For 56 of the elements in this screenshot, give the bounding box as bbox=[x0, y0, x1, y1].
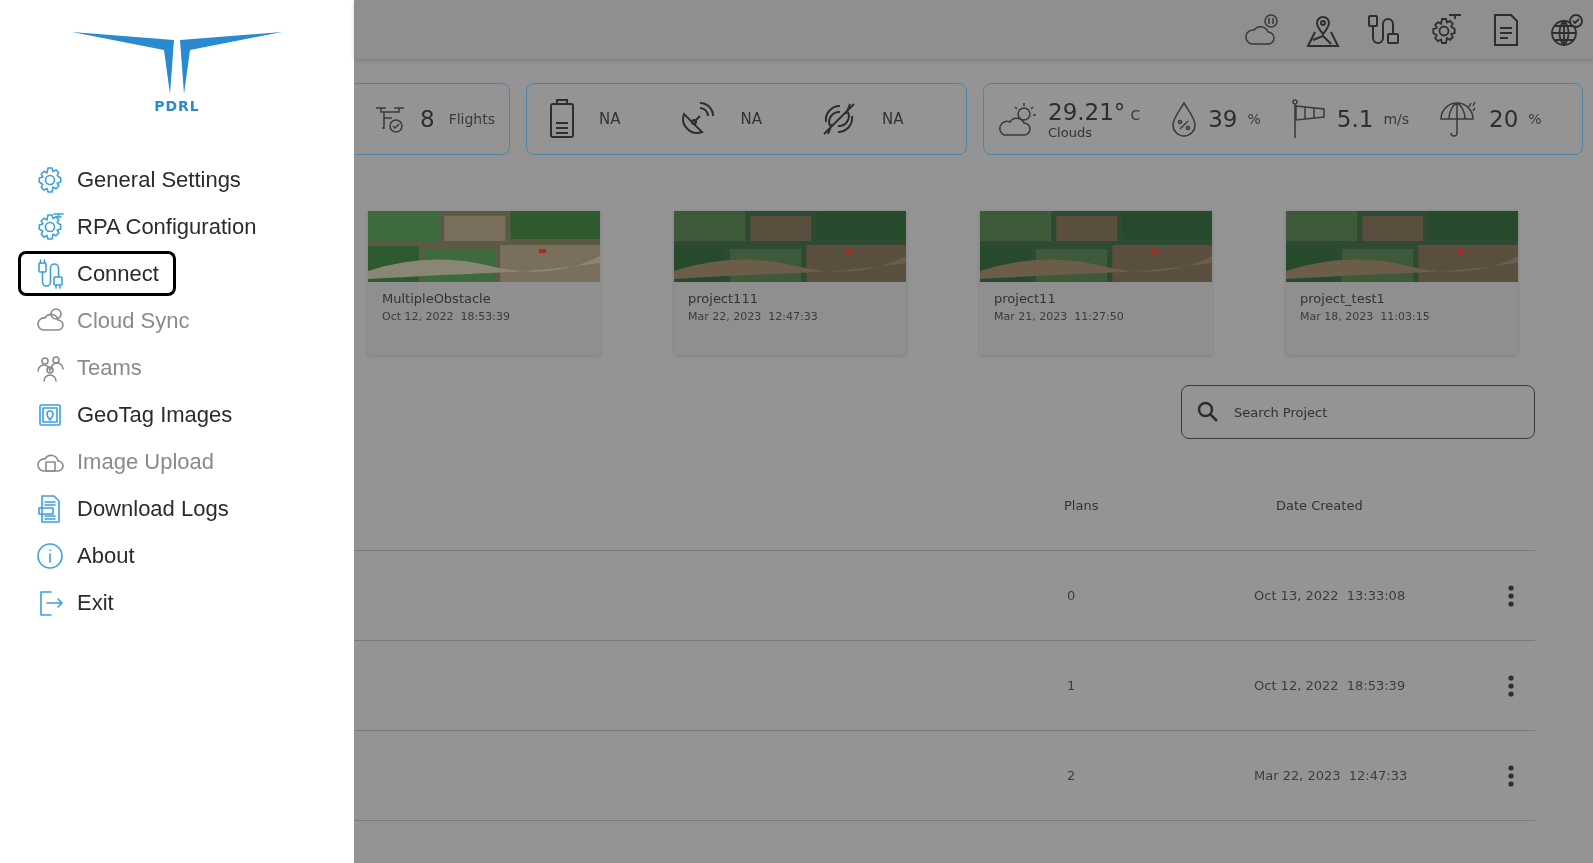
drone-check-icon bbox=[374, 104, 406, 134]
menu-item[interactable]: About bbox=[18, 535, 152, 576]
project-date: Mar 21, 2023 11:27:50 bbox=[994, 310, 1125, 323]
search-field[interactable]: Search Project bbox=[1181, 385, 1535, 439]
table-cell-text: 0 bbox=[1066, 588, 1077, 603]
project-name: project11 bbox=[994, 291, 1057, 306]
battery-icon bbox=[549, 99, 575, 139]
cloud-sync-icon[interactable] bbox=[1244, 11, 1280, 48]
column-header: Plans bbox=[1064, 498, 1100, 513]
cloud-sun-icon bbox=[998, 101, 1038, 137]
column-header: Date Created bbox=[1275, 498, 1364, 513]
project-date: Oct 12, 2022 18:53:39 bbox=[382, 310, 511, 323]
table-cell-text: 1 bbox=[1066, 678, 1077, 693]
menu-item[interactable]: RPA Configuration bbox=[18, 206, 274, 247]
project-card[interactable]: MultipleObstacle Oct 12, 2022 18:53:39 bbox=[368, 211, 600, 355]
signal-value: NA bbox=[740, 110, 762, 128]
flights-count: 8 bbox=[420, 106, 435, 132]
temperature-unit: C bbox=[1130, 106, 1141, 123]
table-cell-text: Mar 22, 2023 12:47:33 bbox=[1254, 768, 1409, 783]
more-icon[interactable] bbox=[1507, 584, 1515, 607]
menu-item[interactable]: GeoTag Images bbox=[18, 394, 250, 435]
project-date: Mar 18, 2023 11:03:15 bbox=[1300, 310, 1431, 323]
project-card[interactable]: project_test1 Mar 18, 2023 11:03:15 bbox=[1286, 211, 1518, 355]
humidity-unit: % bbox=[1247, 111, 1261, 127]
project-name: project_test1 bbox=[1300, 291, 1386, 306]
logo-text: PDRL bbox=[154, 98, 200, 114]
weather-condition: Clouds bbox=[1048, 124, 1093, 140]
project-name: project111 bbox=[688, 291, 759, 306]
plug-cable-icon bbox=[35, 258, 65, 289]
table-cell-text: Oct 13, 2022 13:33:08 bbox=[1254, 588, 1407, 603]
project-date: Mar 22, 2023 12:47:33 bbox=[688, 310, 819, 323]
info-icon bbox=[35, 540, 65, 571]
battery-value: NA bbox=[599, 110, 621, 128]
temperature-value: 29.21° bbox=[1048, 98, 1126, 125]
propeller-value: NA bbox=[881, 110, 904, 128]
rain-unit: % bbox=[1528, 111, 1542, 127]
more-icon[interactable] bbox=[1507, 674, 1515, 697]
project-card[interactable]: project11 Mar 21, 2023 11:27:50 bbox=[980, 211, 1212, 355]
windsock-icon bbox=[1290, 99, 1327, 139]
table-cell-text: Oct 12, 2022 18:53:39 bbox=[1254, 678, 1407, 693]
menu-item[interactable]: Connect bbox=[18, 251, 176, 296]
humidity-value: 39 bbox=[1208, 106, 1238, 132]
globe-check-icon[interactable] bbox=[1549, 11, 1585, 48]
rain-value: 20 bbox=[1489, 106, 1519, 132]
project-name: MultipleObstacle bbox=[382, 291, 492, 306]
menu-item[interactable]: Exit bbox=[18, 582, 131, 623]
wind-unit: m/s bbox=[1383, 111, 1410, 127]
project-card[interactable]: project111 Mar 22, 2023 12:47:33 bbox=[674, 211, 906, 355]
search-icon bbox=[1197, 401, 1219, 423]
flights-unit: Flights bbox=[448, 111, 495, 127]
more-icon[interactable] bbox=[1507, 764, 1515, 787]
humidity-drop-icon bbox=[1170, 101, 1199, 137]
table-cell-text: 2 bbox=[1066, 768, 1077, 783]
wind-value: 5.1 bbox=[1336, 106, 1374, 132]
menu-item[interactable]: General Settings bbox=[18, 159, 258, 200]
menu-item[interactable]: Download Logs bbox=[18, 488, 246, 529]
